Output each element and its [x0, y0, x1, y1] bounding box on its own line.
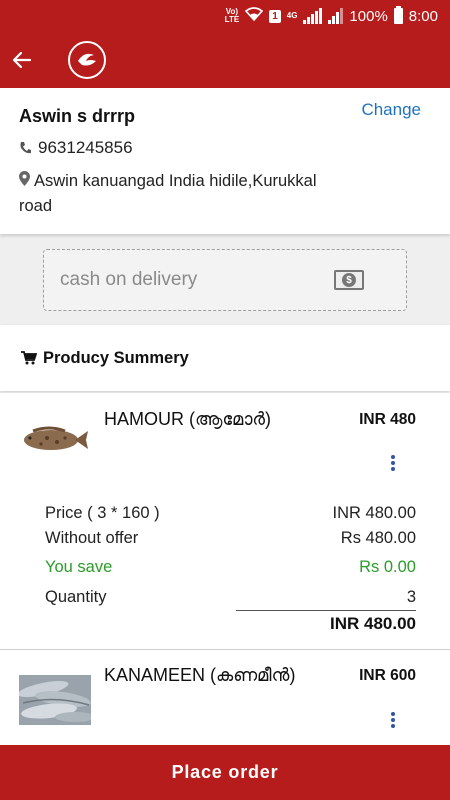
- address-text: Aswin kanuangad India hidile,Kurukkal ro…: [19, 172, 317, 215]
- cash-icon: $: [334, 270, 364, 290]
- product-total: INR 480.00: [330, 614, 416, 633]
- volte-indicator: Vo) LTE: [224, 7, 240, 24]
- price-value: INR 480.00: [332, 504, 416, 522]
- product-summary-header: Producy Summery: [0, 325, 450, 391]
- fish-logo-icon: [68, 41, 106, 79]
- back-button[interactable]: [2, 40, 42, 80]
- signal-icon-2: [328, 8, 344, 24]
- network-type: 4G: [286, 11, 298, 20]
- product-item: HAMOUR (ആമോർ) INR 480 Price ( 3 * 160 ) …: [0, 393, 450, 650]
- quantity-label: Quantity: [45, 588, 107, 606]
- arrow-left-icon: [12, 51, 32, 69]
- price-label: Price ( 3 * 160 ): [45, 504, 160, 522]
- customer-address: Aswin kanuangad India hidile,Kurukkal ro…: [19, 169, 339, 219]
- status-bar: Vo) LTE 1 4G 100% 8:00: [0, 0, 450, 32]
- location-pin-icon: [19, 171, 30, 186]
- sim-badge: 1: [269, 9, 281, 23]
- phone-icon: [20, 142, 31, 154]
- without-offer-value: Rs 480.00: [340, 529, 416, 547]
- more-options-icon[interactable]: [388, 712, 398, 728]
- cart-icon: [21, 351, 37, 365]
- summary-title: Producy Summery: [43, 348, 189, 367]
- phone-number: 9631245856: [38, 138, 133, 157]
- product-list: HAMOUR (ആമോർ) INR 480 Price ( 3 * 160 ) …: [0, 393, 450, 745]
- more-options-icon[interactable]: [388, 455, 398, 471]
- product-image-kanameen: [17, 675, 95, 730]
- product-price: INR 600: [359, 667, 416, 684]
- change-address-button[interactable]: Change: [361, 100, 421, 120]
- place-order-button[interactable]: Place order: [0, 745, 450, 800]
- quantity-row: Quantity 3: [45, 588, 416, 607]
- quantity-value: 3: [406, 588, 416, 606]
- product-item: KANAMEEN (കണമീൻ) INR 600: [0, 650, 450, 745]
- battery-percent: 100%: [349, 7, 388, 25]
- product-name: KANAMEEN (കണമീൻ): [104, 665, 296, 685]
- product-image-hamour: [19, 421, 89, 462]
- you-save-row: You save Rs 0.00: [45, 558, 416, 577]
- you-save-label: You save: [45, 558, 113, 576]
- without-offer-row: Without offer Rs 480.00: [45, 529, 416, 548]
- battery-icon: [393, 6, 403, 24]
- wifi-icon: [245, 7, 264, 25]
- you-save-value: Rs 0.00: [359, 558, 416, 576]
- price-row: Price ( 3 * 160 ) INR 480.00: [45, 504, 416, 523]
- app-bar: [0, 32, 450, 88]
- product-price: INR 480: [359, 411, 416, 428]
- payment-method-selector[interactable]: cash on delivery $: [43, 249, 407, 311]
- total-divider: [236, 610, 416, 611]
- clock: 8:00: [408, 7, 438, 25]
- signal-icon: [303, 8, 323, 24]
- customer-name: Aswin s drrrp: [19, 106, 136, 126]
- without-offer-label: Without offer: [45, 529, 139, 547]
- customer-phone: 9631245856: [19, 138, 133, 158]
- payment-method-label: cash on delivery: [60, 269, 198, 290]
- delivery-address-card: Aswin s drrrp Change 9631245856 Aswin ka…: [0, 88, 450, 234]
- product-name: HAMOUR (ആമോർ): [104, 409, 272, 429]
